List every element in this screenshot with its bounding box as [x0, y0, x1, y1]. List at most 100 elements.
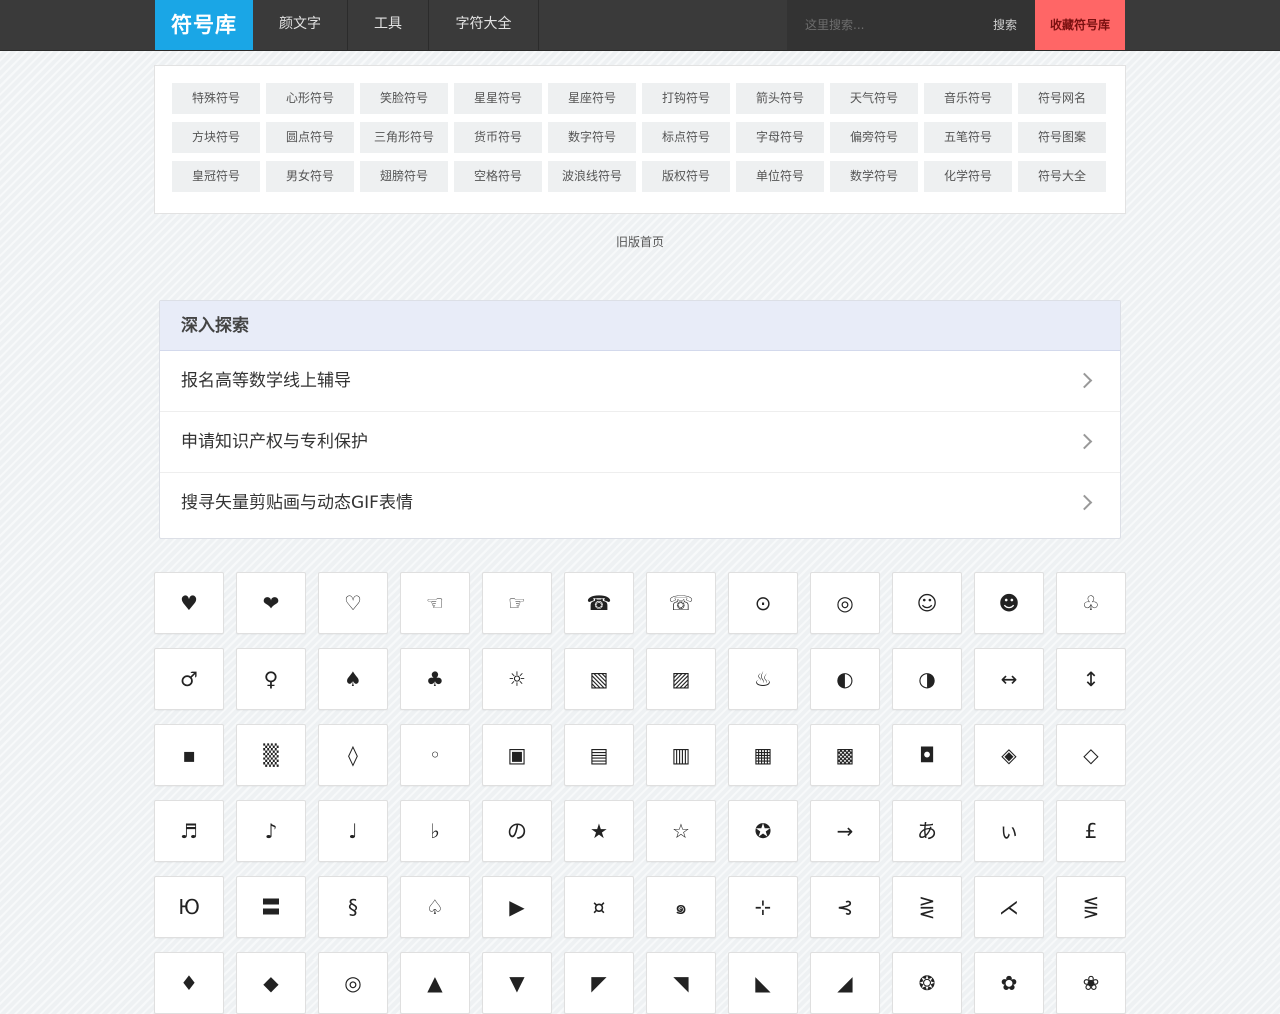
category-link[interactable]: 男女符号: [266, 161, 354, 192]
symbol-tile[interactable]: ▨: [646, 648, 716, 710]
category-link[interactable]: 符号大全: [1018, 161, 1106, 192]
category-link[interactable]: 单位符号: [736, 161, 824, 192]
symbol-tile[interactable]: ◎: [810, 572, 880, 634]
symbol-tile[interactable]: ๑: [646, 876, 716, 938]
symbol-tile[interactable]: ぃ: [974, 800, 1044, 862]
symbol-tile[interactable]: ◤: [564, 952, 634, 1014]
symbol-tile[interactable]: ♪: [236, 800, 306, 862]
symbol-tile[interactable]: ▧: [564, 648, 634, 710]
site-logo[interactable]: 符号库: [155, 0, 253, 50]
category-link[interactable]: 标点符号: [642, 122, 730, 153]
symbol-tile[interactable]: ◦: [400, 724, 470, 786]
category-link[interactable]: 星星符号: [454, 83, 542, 114]
category-link[interactable]: 符号图案: [1018, 122, 1106, 153]
category-link[interactable]: 五笔符号: [924, 122, 1012, 153]
category-link[interactable]: 偏旁符号: [830, 122, 918, 153]
old-home-link[interactable]: 旧版首页: [560, 233, 720, 250]
symbol-tile[interactable]: ⋛: [892, 876, 962, 938]
symbol-tile[interactable]: ♩: [318, 800, 388, 862]
symbol-tile[interactable]: ♣: [400, 648, 470, 710]
symbol-tile[interactable]: ♭: [400, 800, 470, 862]
symbol-tile[interactable]: ♀: [236, 648, 306, 710]
category-link[interactable]: 翅膀符号: [360, 161, 448, 192]
category-link[interactable]: 皇冠符号: [172, 161, 260, 192]
symbol-tile[interactable]: ❂: [892, 952, 962, 1014]
symbol-tile[interactable]: ▥: [646, 724, 716, 786]
symbol-tile[interactable]: ♦: [154, 952, 224, 1014]
symbol-tile[interactable]: ↔: [974, 648, 1044, 710]
symbol-tile[interactable]: ⊹: [728, 876, 798, 938]
explore-item[interactable]: 申请知识产权与专利保护: [160, 412, 1120, 473]
symbol-tile[interactable]: £: [1056, 800, 1126, 862]
symbol-tile[interactable]: ♧: [1056, 572, 1126, 634]
symbol-tile[interactable]: ↕: [1056, 648, 1126, 710]
category-link[interactable]: 货币符号: [454, 122, 542, 153]
symbol-tile[interactable]: ★: [564, 800, 634, 862]
symbol-tile[interactable]: ◇: [1056, 724, 1126, 786]
symbol-tile[interactable]: ◈: [974, 724, 1044, 786]
category-link[interactable]: 波浪线符号: [548, 161, 636, 192]
category-link[interactable]: 数字符号: [548, 122, 636, 153]
category-link[interactable]: 版权符号: [642, 161, 730, 192]
symbol-tile[interactable]: ☜: [400, 572, 470, 634]
symbol-tile[interactable]: ☼: [482, 648, 552, 710]
symbol-tile[interactable]: ¤: [564, 876, 634, 938]
symbol-tile[interactable]: ▒: [236, 724, 306, 786]
category-link[interactable]: 空格符号: [454, 161, 542, 192]
category-link[interactable]: 圆点符号: [266, 122, 354, 153]
nav-link-characters[interactable]: 字符大全: [429, 0, 539, 50]
symbol-tile[interactable]: ♠: [318, 648, 388, 710]
symbol-tile[interactable]: ◆: [236, 952, 306, 1014]
symbol-tile[interactable]: 〓: [236, 876, 306, 938]
symbol-tile[interactable]: ▦: [728, 724, 798, 786]
symbol-tile[interactable]: ☻: [974, 572, 1044, 634]
symbol-tile[interactable]: ☎: [564, 572, 634, 634]
symbol-tile[interactable]: ▪: [154, 724, 224, 786]
symbol-tile[interactable]: ◘: [892, 724, 962, 786]
category-link[interactable]: 箭头符号: [736, 83, 824, 114]
symbol-tile[interactable]: ▲: [400, 952, 470, 1014]
symbol-tile[interactable]: ▤: [564, 724, 634, 786]
symbol-tile[interactable]: ✿: [974, 952, 1044, 1014]
symbol-tile[interactable]: ☺: [892, 572, 962, 634]
category-link[interactable]: 打钩符号: [642, 83, 730, 114]
symbol-tile[interactable]: ☆: [646, 800, 716, 862]
symbol-tile[interactable]: ◣: [728, 952, 798, 1014]
explore-item[interactable]: 报名高等数学线上辅导: [160, 351, 1120, 412]
category-link[interactable]: 方块符号: [172, 122, 260, 153]
nav-link-tools[interactable]: 工具: [348, 0, 429, 50]
symbol-tile[interactable]: Ю: [154, 876, 224, 938]
symbol-tile[interactable]: ▩: [810, 724, 880, 786]
symbol-tile[interactable]: ♥: [154, 572, 224, 634]
symbol-tile[interactable]: ▶: [482, 876, 552, 938]
symbol-tile[interactable]: ♂: [154, 648, 224, 710]
symbol-tile[interactable]: ⋚: [1056, 876, 1126, 938]
symbol-tile[interactable]: ◢: [810, 952, 880, 1014]
category-link[interactable]: 化学符号: [924, 161, 1012, 192]
symbol-tile[interactable]: ♡: [318, 572, 388, 634]
category-link[interactable]: 音乐符号: [924, 83, 1012, 114]
symbol-tile[interactable]: ❤: [236, 572, 306, 634]
nav-link-kaomoji[interactable]: 颜文字: [253, 0, 348, 50]
category-link[interactable]: 心形符号: [266, 83, 354, 114]
favorite-button[interactable]: 收藏符号库: [1035, 0, 1125, 50]
category-link[interactable]: 三角形符号: [360, 122, 448, 153]
explore-item[interactable]: 搜寻矢量剪贴画与动态GIF表情: [160, 473, 1120, 533]
symbol-tile[interactable]: ☞: [482, 572, 552, 634]
symbol-tile[interactable]: ♨: [728, 648, 798, 710]
symbol-tile[interactable]: ◐: [810, 648, 880, 710]
category-link[interactable]: 特殊符号: [172, 83, 260, 114]
search-button[interactable]: 搜索: [977, 0, 1033, 50]
symbol-tile[interactable]: ▼: [482, 952, 552, 1014]
symbol-tile[interactable]: ◎: [318, 952, 388, 1014]
symbol-tile[interactable]: ◥: [646, 952, 716, 1014]
symbol-tile[interactable]: ◑: [892, 648, 962, 710]
category-link[interactable]: 天气符号: [830, 83, 918, 114]
symbol-tile[interactable]: あ: [892, 800, 962, 862]
symbol-tile[interactable]: §: [318, 876, 388, 938]
symbol-tile[interactable]: ♤: [400, 876, 470, 938]
symbol-tile[interactable]: ⊰: [810, 876, 880, 938]
symbol-tile[interactable]: の: [482, 800, 552, 862]
category-link[interactable]: 星座符号: [548, 83, 636, 114]
symbol-tile[interactable]: ❀: [1056, 952, 1126, 1014]
